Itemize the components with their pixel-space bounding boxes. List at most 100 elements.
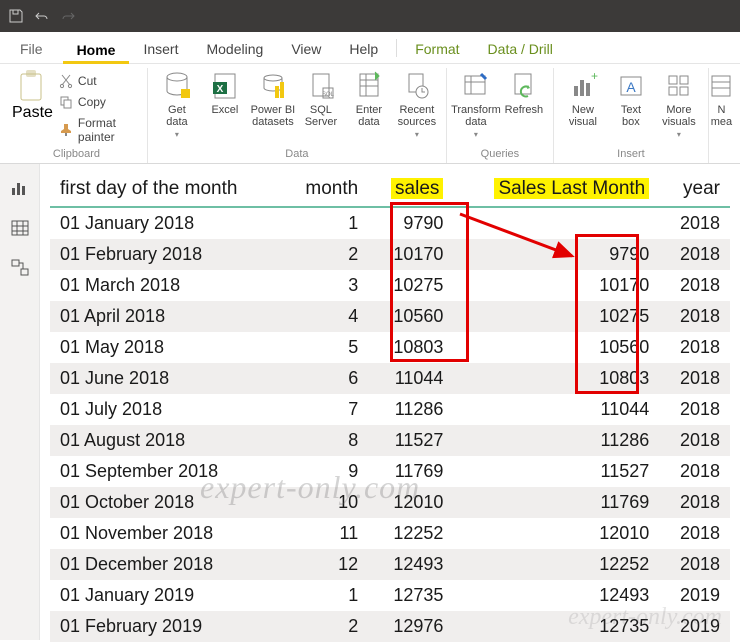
table-row[interactable]: 01 October 20181012010117692018 — [50, 487, 730, 518]
group-insert: +New visual AText box More visuals▾ Inse… — [553, 68, 708, 163]
table-cell: 1 — [282, 207, 368, 239]
table-header-row: first day of the month month sales Sales… — [50, 172, 730, 207]
table-cell: 11527 — [368, 425, 453, 456]
textbox-button[interactable]: AText box — [608, 68, 654, 128]
table-row[interactable]: 01 May 2018510803105602018 — [50, 332, 730, 363]
table-row[interactable]: 01 January 2018197902018 — [50, 207, 730, 239]
get-data-button[interactable]: Get data▾ — [154, 68, 200, 139]
paste-button[interactable]: Paste — [12, 68, 53, 122]
table-cell: 12493 — [368, 549, 453, 580]
chevron-down-icon: ▾ — [474, 130, 478, 139]
tab-data-drill[interactable]: Data / Drill — [474, 35, 567, 63]
paste-label: Paste — [12, 104, 53, 122]
table-cell: 01 January 2019 — [50, 580, 282, 611]
table-cell: 12252 — [368, 518, 453, 549]
format-painter-button[interactable]: Format painter — [55, 114, 141, 146]
table-row[interactable]: 01 August 2018811527112862018 — [50, 425, 730, 456]
col-sales[interactable]: sales — [368, 172, 453, 207]
table-cell: 2018 — [659, 207, 730, 239]
table-cell: 01 January 2018 — [50, 207, 282, 239]
table-row[interactable]: 01 July 2018711286110442018 — [50, 394, 730, 425]
tab-home[interactable]: Home — [63, 36, 130, 64]
textbox-label: Text box — [621, 104, 641, 128]
col-month[interactable]: month — [282, 172, 368, 207]
table-cell: 11044 — [453, 394, 659, 425]
table-row[interactable]: 01 February 201821017097902018 — [50, 239, 730, 270]
refresh-button[interactable]: Refresh — [501, 68, 547, 116]
table-cell: 12735 — [453, 611, 659, 642]
table-cell: 2018 — [659, 332, 730, 363]
enter-data-button[interactable]: Enter data — [346, 68, 392, 128]
group-data: Get data▾ XExcel Power BI datasets SQLSQ… — [147, 68, 446, 163]
table-cell: 5 — [282, 332, 368, 363]
table-row[interactable]: 01 January 2019112735124932019 — [50, 580, 730, 611]
report-view-button[interactable] — [8, 176, 32, 200]
tab-insert[interactable]: Insert — [129, 35, 192, 63]
new-visual-button[interactable]: +New visual — [560, 68, 606, 128]
table-cell: 11044 — [368, 363, 453, 394]
recent-sources-button[interactable]: Recent sources▾ — [394, 68, 440, 139]
new-measure-button[interactable]: N mea — [708, 68, 734, 128]
table-cell: 10803 — [453, 363, 659, 394]
measure-icon — [708, 70, 734, 102]
model-view-button[interactable] — [8, 256, 32, 280]
data-table: first day of the month month sales Sales… — [50, 172, 730, 642]
table-cell: 2018 — [659, 239, 730, 270]
tab-modeling[interactable]: Modeling — [192, 35, 277, 63]
data-view-button[interactable] — [8, 216, 32, 240]
table-row[interactable]: 01 November 20181112252120102018 — [50, 518, 730, 549]
table-cell: 01 March 2018 — [50, 270, 282, 301]
redo-icon[interactable] — [60, 8, 76, 24]
table-cell: 01 May 2018 — [50, 332, 282, 363]
table-cell: 11286 — [453, 425, 659, 456]
sql-icon: SQL — [307, 70, 335, 102]
table-cell: 2018 — [659, 456, 730, 487]
table-cell: 10170 — [368, 239, 453, 270]
tab-format[interactable]: Format — [401, 35, 473, 63]
table-cell: 01 February 2019 — [50, 611, 282, 642]
table-cell: 01 September 2018 — [50, 456, 282, 487]
copy-button[interactable]: Copy — [55, 93, 141, 111]
table-cell: 6 — [282, 363, 368, 394]
undo-icon[interactable] — [34, 8, 50, 24]
table-cell: 2 — [282, 239, 368, 270]
enter-data-label: Enter data — [356, 104, 382, 128]
pbi-datasets-button[interactable]: Power BI datasets — [250, 68, 296, 128]
col-sales-last-month[interactable]: Sales Last Month — [453, 172, 659, 207]
table-cell: 10275 — [368, 270, 453, 301]
save-icon[interactable] — [8, 8, 24, 24]
tab-view[interactable]: View — [277, 35, 335, 63]
table-cell: 01 October 2018 — [50, 487, 282, 518]
excel-button[interactable]: XExcel — [202, 68, 248, 116]
group-clipboard: Paste Cut Copy Format painter Clipboard — [6, 68, 147, 163]
col-first-day[interactable]: first day of the month — [50, 172, 282, 207]
table-row[interactable]: 01 September 2018911769115272018 — [50, 456, 730, 487]
table-row[interactable]: 01 February 2019212976127352019 — [50, 611, 730, 642]
table-cell: 12 — [282, 549, 368, 580]
group-label-queries: Queries — [481, 146, 520, 163]
table-cell: 10 — [282, 487, 368, 518]
transform-data-button[interactable]: Transform data▾ — [453, 68, 499, 139]
table-row[interactable]: 01 December 20181212493122522018 — [50, 549, 730, 580]
table-cell: 10560 — [368, 301, 453, 332]
table-cell: 10560 — [453, 332, 659, 363]
more-visuals-button[interactable]: More visuals▾ — [656, 68, 702, 139]
sql-server-button[interactable]: SQLSQL Server — [298, 68, 344, 128]
table-cell: 11 — [282, 518, 368, 549]
table-cell: 2019 — [659, 580, 730, 611]
table-row[interactable]: 01 June 2018611044108032018 — [50, 363, 730, 394]
grid-icon — [665, 70, 693, 102]
tab-help[interactable]: Help — [335, 35, 392, 63]
cut-button[interactable]: Cut — [55, 72, 141, 90]
tab-file[interactable]: File — [6, 35, 63, 63]
recent-label: Recent sources — [398, 104, 437, 128]
paste-icon — [17, 68, 47, 104]
table-cell: 11527 — [453, 456, 659, 487]
table-row[interactable]: 01 April 2018410560102752018 — [50, 301, 730, 332]
table-cell: 9 — [282, 456, 368, 487]
col-year[interactable]: year — [659, 172, 730, 207]
format-painter-label: Format painter — [78, 116, 137, 144]
table-row[interactable]: 01 March 2018310275101702018 — [50, 270, 730, 301]
excel-icon: X — [211, 70, 239, 102]
table-cell: 2018 — [659, 549, 730, 580]
